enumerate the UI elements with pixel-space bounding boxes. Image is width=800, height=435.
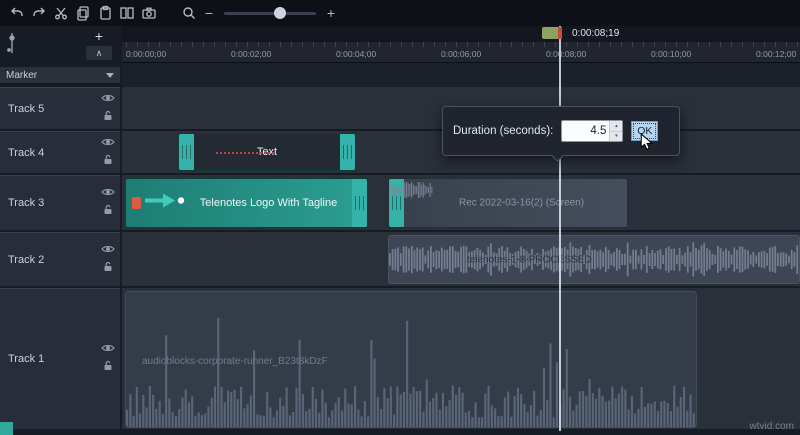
- track-header-4: Track 4: [0, 131, 120, 173]
- effect-keyframe-line: [216, 152, 274, 154]
- marker-track-strip: [122, 63, 800, 87]
- waveform: [389, 236, 799, 283]
- spinner-down-icon[interactable]: ▾: [610, 131, 623, 141]
- paste-button[interactable]: [94, 2, 116, 24]
- marker-dropdown[interactable]: Marker: [0, 67, 120, 84]
- collapse-tracks-button[interactable]: ∧: [86, 46, 112, 60]
- animation-arrow-icon: [143, 192, 189, 215]
- timeline-ruler[interactable]: 0:00:00;00 0:00:02;00 0:00:04;00 0:00:06…: [122, 42, 800, 63]
- split-button[interactable]: [116, 2, 138, 24]
- lock-icon[interactable]: [103, 360, 113, 375]
- playhead-timecode: 0:00:08;19: [572, 28, 620, 39]
- ruler-tick-marks: [126, 42, 800, 47]
- zoom-out-button[interactable]: −: [200, 5, 218, 21]
- ruler-label: 0:00:08;00: [546, 49, 587, 59]
- track-name: Track 5: [8, 102, 45, 115]
- ruler-label: 0:00:04;00: [336, 49, 377, 59]
- record-camera-button[interactable]: [138, 2, 160, 24]
- track-header-icons: [101, 188, 115, 219]
- lock-icon[interactable]: [103, 109, 113, 124]
- music-clip-label: audioblocks-corporate-runner_B23t8kDzF: [142, 356, 328, 367]
- copy-button[interactable]: [72, 2, 94, 24]
- playhead-line: [559, 26, 561, 431]
- track-name: Track 4: [8, 146, 45, 159]
- logo-clip[interactable]: Telenotes Logo With Tagline: [125, 178, 368, 228]
- media-type-icon: [132, 197, 141, 209]
- zoom-magnifier-icon: [178, 2, 200, 24]
- eye-icon[interactable]: [101, 188, 115, 200]
- waveform: [389, 179, 433, 201]
- screen-recording-clip[interactable]: Rec 2022-03-16(2) (Screen): [388, 178, 628, 228]
- add-track-button[interactable]: +: [88, 27, 110, 44]
- track-header-icons: [101, 93, 115, 124]
- ruler-top-strip: [122, 26, 800, 42]
- track-header-5: Track 5: [0, 87, 120, 129]
- screen-clip-label: Rec 2022-03-16(2) (Screen): [459, 197, 585, 209]
- watermark: wtvid.com: [749, 421, 794, 432]
- redo-button[interactable]: [28, 2, 50, 24]
- spinner-up-icon[interactable]: ▴: [610, 121, 623, 132]
- zoom-slider-track[interactable]: [224, 12, 316, 15]
- track-header-icons: [101, 344, 115, 375]
- clip-right-handle[interactable]: [352, 179, 367, 227]
- track-name: Track 2: [8, 253, 45, 266]
- track-options-icon[interactable]: [6, 30, 26, 61]
- zoom-slider-thumb[interactable]: [274, 7, 286, 19]
- playhead-in-handle[interactable]: [542, 27, 558, 39]
- lock-icon[interactable]: [103, 153, 113, 168]
- undo-button[interactable]: [6, 2, 28, 24]
- track-name: Track 1: [8, 353, 45, 365]
- logo-clip-label: Telenotes Logo With Tagline: [199, 197, 338, 209]
- clip-left-handle[interactable]: [179, 134, 194, 170]
- playhead-out-handle[interactable]: [558, 27, 562, 39]
- music-clip[interactable]: audioblocks-corporate-runner_B23t8kDzF: [125, 291, 697, 428]
- ruler-label: 0:00:12;00: [756, 49, 797, 59]
- eye-icon[interactable]: [101, 93, 115, 105]
- eye-icon[interactable]: [101, 344, 115, 356]
- mouse-cursor-icon: [640, 132, 654, 157]
- track-header-icons: [101, 137, 115, 168]
- ruler-label: 0:00:02;00: [231, 49, 272, 59]
- corner-accent: [0, 422, 13, 435]
- track-name: Track 3: [8, 197, 45, 209]
- audio-clip-label: telenotes-1-8-PROCESSED: [467, 254, 592, 265]
- track-header-2: Track 2: [0, 232, 120, 286]
- zoom-slider[interactable]: [224, 3, 316, 23]
- lock-icon[interactable]: [103, 260, 113, 275]
- track-header-icons: [101, 244, 115, 275]
- duration-label: Duration (seconds):: [453, 125, 554, 137]
- marker-label: Marker: [6, 69, 38, 81]
- playhead-marker[interactable]: [542, 27, 562, 39]
- zoom-in-button[interactable]: +: [322, 5, 340, 21]
- ruler-label: 0:00:10;00: [651, 49, 692, 59]
- eye-icon[interactable]: [101, 244, 115, 256]
- track-header-1: Track 1: [0, 288, 120, 429]
- lock-icon[interactable]: [103, 204, 113, 219]
- cut-button[interactable]: [50, 2, 72, 24]
- duration-spinner: ▴ ▾: [609, 121, 623, 141]
- clip-right-handle[interactable]: [340, 134, 355, 170]
- chevron-down-icon: [106, 72, 114, 78]
- eye-icon[interactable]: [101, 137, 115, 149]
- tracks-panel: + ∧ Marker Track 5 Track 4 Track 3 Track…: [0, 26, 120, 435]
- video-editor-timeline-window: − + + ∧ Marker Track 5 Track 4 Track 3 T…: [0, 0, 800, 435]
- ruler-label: 0:00:06;00: [441, 49, 482, 59]
- text-clip[interactable]: Text: [178, 133, 356, 171]
- timeline-toolbar: − +: [0, 0, 800, 26]
- audio-clip-processed[interactable]: telenotes-1-8-PROCESSED: [388, 235, 800, 284]
- ruler-label: 0:00:00;00: [126, 49, 167, 59]
- track-header-3: Track 3: [0, 175, 120, 230]
